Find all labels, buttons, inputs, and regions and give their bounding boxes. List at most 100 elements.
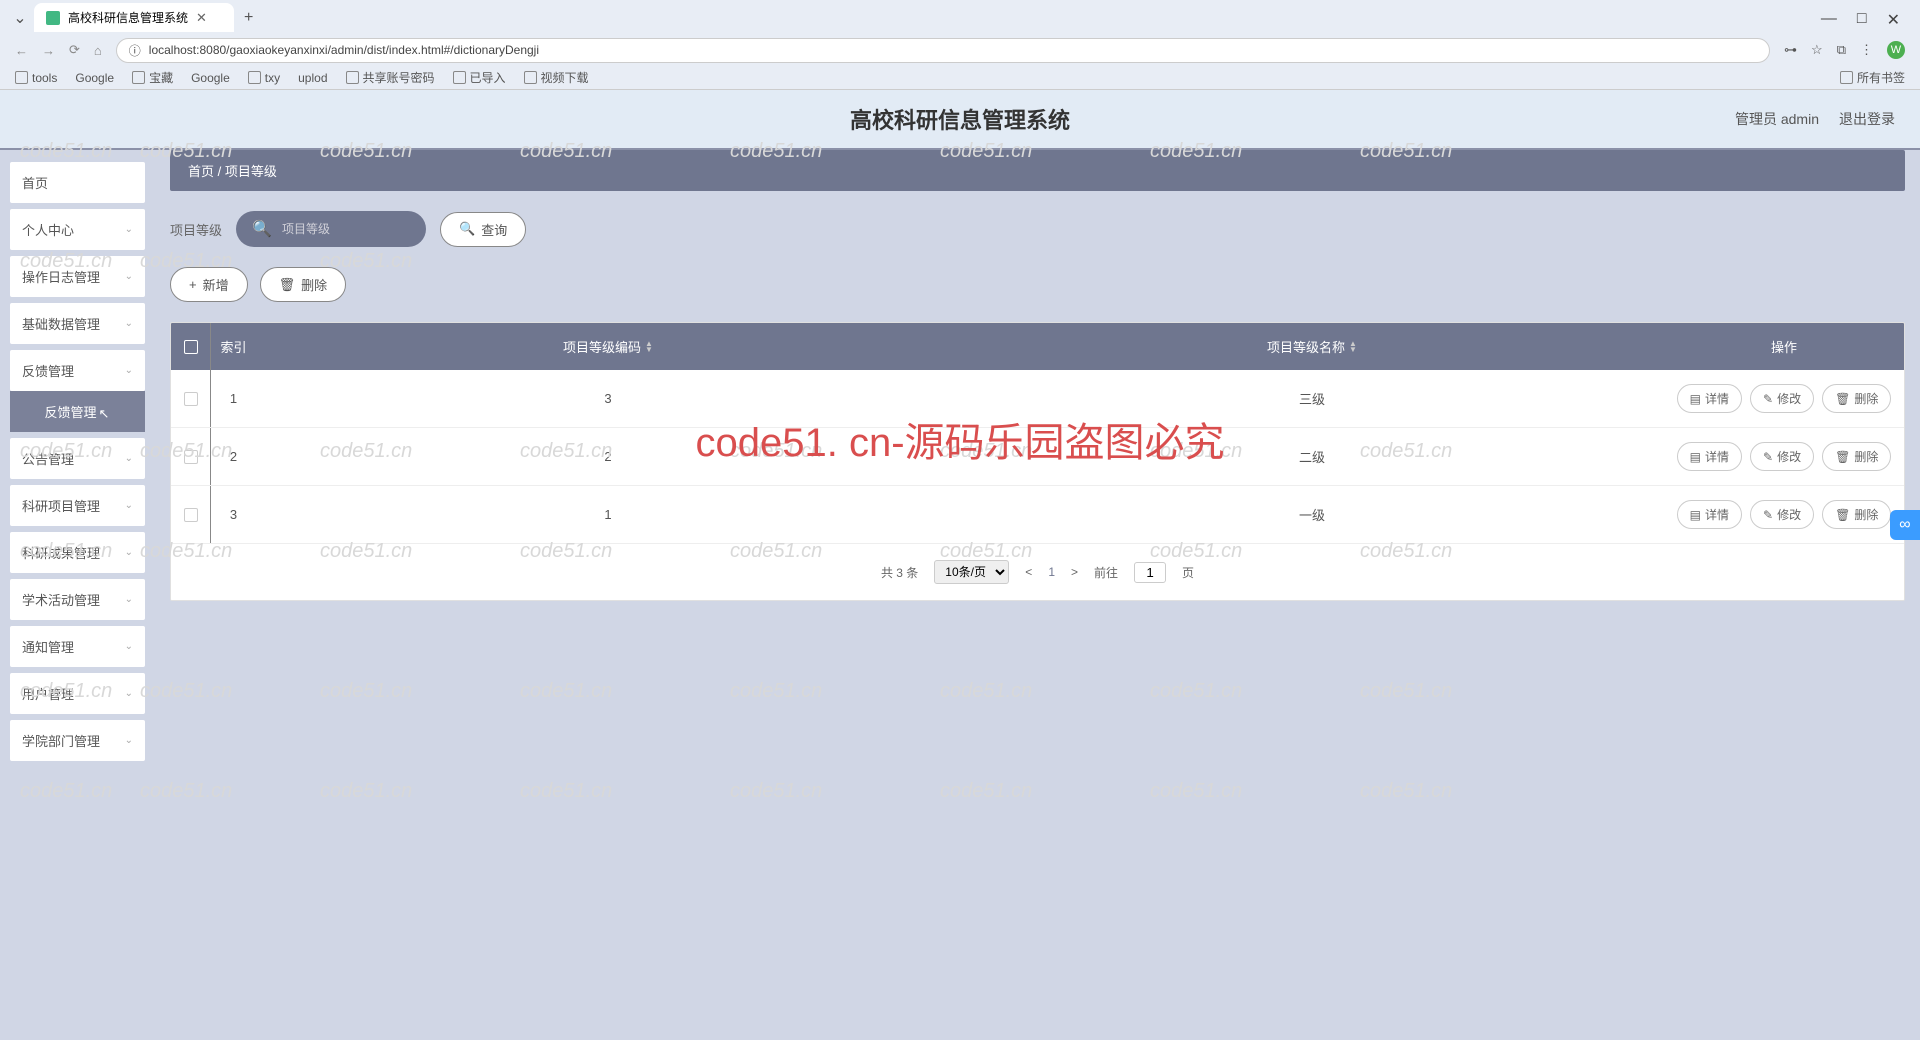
star-icon[interactable]: ☆ <box>1811 42 1823 58</box>
detail-button[interactable]: ▤详情 <box>1677 500 1742 529</box>
browser-tab[interactable]: 高校科研信息管理系统 ✕ <box>34 3 234 32</box>
trash-icon: 🗑 <box>1835 392 1850 406</box>
delete-button[interactable]: 🗑删除 <box>260 267 347 302</box>
row-delete-button[interactable]: 🗑删除 <box>1822 384 1891 413</box>
logout-link[interactable]: 退出登录 <box>1839 109 1895 129</box>
query-button[interactable]: 🔍查询 <box>440 212 526 247</box>
sidebar-item-result[interactable]: 科研成果管理⌄ <box>10 532 145 573</box>
search-input[interactable] <box>282 222 437 236</box>
goto-input[interactable] <box>1134 562 1166 583</box>
goto-suffix: 页 <box>1182 564 1194 581</box>
app-title: 高校科研信息管理系统 <box>850 103 1070 135</box>
table-row: 3 1 一级 ▤详情 ✎修改 🗑删除 <box>171 486 1904 544</box>
row-delete-button[interactable]: 🗑删除 <box>1822 500 1891 529</box>
home-icon[interactable]: ⌂ <box>94 43 102 58</box>
sidebar-item-personal[interactable]: 个人中心⌄ <box>10 209 145 250</box>
minimize-icon[interactable]: — <box>1821 10 1837 30</box>
bookmark-item[interactable]: txy <box>248 71 280 85</box>
sidebar-item-dept[interactable]: 学院部门管理⌄ <box>10 720 145 761</box>
detail-button[interactable]: ▤详情 <box>1677 384 1742 413</box>
bookmark-item[interactable]: 已导入 <box>453 69 506 86</box>
td-index: 2 <box>211 428 256 485</box>
edit-button[interactable]: ✎修改 <box>1750 442 1814 471</box>
td-name: 一级 <box>960 486 1664 543</box>
sidebar-item-user[interactable]: 用户管理⌄ <box>10 673 145 714</box>
folder-icon <box>453 71 466 84</box>
row-checkbox[interactable] <box>184 450 198 464</box>
tab-close-icon[interactable]: ✕ <box>196 10 207 26</box>
td-ops: ▤详情 ✎修改 🗑删除 <box>1664 486 1904 543</box>
bookmark-item[interactable]: 视频下载 <box>524 69 589 86</box>
menu-icon[interactable]: ⋮ <box>1860 42 1873 58</box>
th-name[interactable]: 项目等级名称▲▼ <box>960 323 1664 370</box>
url-text: localhost:8080/gaoxiaokeyanxinxi/admin/d… <box>149 43 539 57</box>
sidebar-item-project[interactable]: 科研项目管理⌄ <box>10 485 145 526</box>
reload-icon[interactable]: ⟳ <box>69 42 80 58</box>
folder-icon <box>15 71 28 84</box>
app-root: 高校科研信息管理系统 管理员 admin 退出登录 首页 个人中心⌄ 操作日志管… <box>0 90 1920 1040</box>
doc-icon: ▤ <box>1690 392 1701 406</box>
chevron-down-icon: ⌄ <box>125 688 133 699</box>
breadcrumb-home[interactable]: 首页 <box>188 164 214 179</box>
url-input[interactable]: ⓘ localhost:8080/gaoxiaokeyanxinxi/admin… <box>116 38 1770 63</box>
bookmark-item[interactable]: 共享账号密码 <box>346 69 435 86</box>
close-window-icon[interactable]: ✕ <box>1887 10 1900 30</box>
key-icon[interactable]: ⊶ <box>1784 42 1797 58</box>
folder-icon <box>132 71 145 84</box>
next-page[interactable]: > <box>1071 565 1078 579</box>
chevron-down-icon: ⌄ <box>125 271 133 282</box>
address-bar: ← → ⟳ ⌂ ⓘ localhost:8080/gaoxiaokeyanxin… <box>0 35 1920 65</box>
action-row: +新增 🗑删除 <box>170 267 1905 322</box>
profile-avatar[interactable]: W <box>1887 41 1905 59</box>
detail-button[interactable]: ▤详情 <box>1677 442 1742 471</box>
page-size-select[interactable]: 10条/页 <box>934 560 1009 584</box>
back-icon[interactable]: ← <box>15 43 28 58</box>
new-tab-button[interactable]: + <box>244 9 253 27</box>
user-label[interactable]: 管理员 admin <box>1735 109 1819 129</box>
extensions-icon[interactable]: ⧉ <box>1837 42 1846 58</box>
sidebar-item-announce[interactable]: 公告管理⌄ <box>10 438 145 479</box>
add-button[interactable]: +新增 <box>170 267 248 302</box>
td-checkbox <box>171 428 211 485</box>
edit-button[interactable]: ✎修改 <box>1750 500 1814 529</box>
td-name: 三级 <box>960 370 1664 427</box>
search-input-wrap: 🔍 <box>236 211 426 247</box>
bookmark-item[interactable]: tools <box>15 71 57 85</box>
bookmark-item[interactable]: Google <box>75 71 114 85</box>
folder-icon <box>248 71 261 84</box>
forward-icon[interactable]: → <box>42 43 55 58</box>
float-tool-button[interactable]: ∞ <box>1890 510 1920 540</box>
tab-list-dropdown[interactable]: ⌄ <box>10 8 30 28</box>
folder-icon <box>346 71 359 84</box>
sidebar-item-log[interactable]: 操作日志管理⌄ <box>10 256 145 297</box>
row-checkbox[interactable] <box>184 508 198 522</box>
bookmark-item[interactable]: 宝藏 <box>132 69 173 86</box>
chevron-down-icon: ⌄ <box>125 735 133 746</box>
sidebar-item-feedback[interactable]: 反馈管理⌄ <box>10 350 145 391</box>
bookmark-item[interactable]: uplod <box>298 71 327 85</box>
app-header: 高校科研信息管理系统 管理员 admin 退出登录 <box>0 90 1920 150</box>
sidebar-item-academic[interactable]: 学术活动管理⌄ <box>10 579 145 620</box>
trash-icon: 🗑 <box>1835 450 1850 464</box>
maximize-icon[interactable]: □ <box>1857 10 1867 30</box>
breadcrumb: 首页 / 项目等级 <box>170 150 1905 191</box>
sidebar-item-basedata[interactable]: 基础数据管理⌄ <box>10 303 145 344</box>
current-page[interactable]: 1 <box>1048 565 1055 579</box>
row-checkbox[interactable] <box>184 392 198 406</box>
edit-button[interactable]: ✎修改 <box>1750 384 1814 413</box>
chevron-down-icon: ⌄ <box>125 453 133 464</box>
folder-icon <box>1840 71 1853 84</box>
sidebar-item-notice[interactable]: 通知管理⌄ <box>10 626 145 667</box>
sidebar-sub-feedback[interactable]: 反馈管理↖ <box>10 391 145 432</box>
bookmark-item[interactable]: Google <box>191 71 230 85</box>
all-bookmarks[interactable]: 所有书签 <box>1840 69 1905 86</box>
site-info-icon[interactable]: ⓘ <box>129 42 141 59</box>
sidebar-item-home[interactable]: 首页 <box>10 162 145 203</box>
select-all-checkbox[interactable] <box>184 340 198 354</box>
row-delete-button[interactable]: 🗑删除 <box>1822 442 1891 471</box>
favicon-icon <box>46 11 60 25</box>
td-checkbox <box>171 486 211 543</box>
th-code[interactable]: 项目等级编码▲▼ <box>256 323 960 370</box>
prev-page[interactable]: < <box>1025 565 1032 579</box>
chevron-down-icon: ⌄ <box>125 641 133 652</box>
